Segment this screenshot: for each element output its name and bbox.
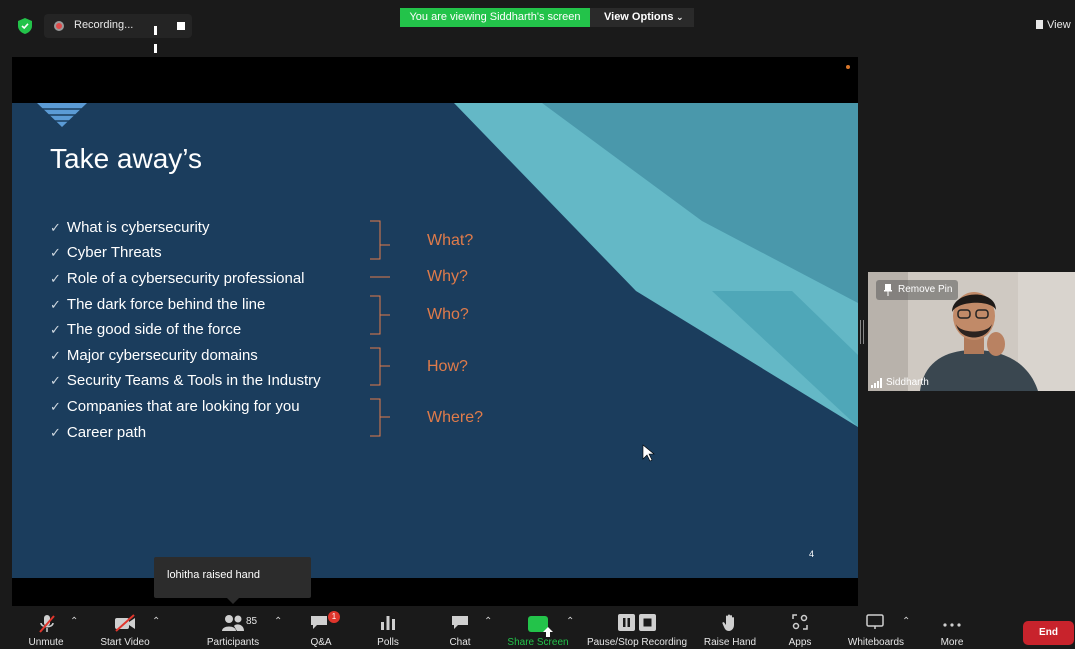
polls-icon bbox=[381, 616, 395, 630]
raise-hand-button[interactable]: Raise Hand bbox=[702, 606, 758, 649]
checkmark-icon: ✓ bbox=[50, 373, 61, 388]
polls-button[interactable]: Polls bbox=[372, 606, 404, 649]
qa-notification-badge: 1 bbox=[328, 611, 340, 623]
share-options-caret-icon[interactable]: ⌃ bbox=[566, 616, 574, 627]
shared-screen-letterbox-bottom bbox=[12, 578, 858, 606]
unmute-button[interactable]: Unmute bbox=[22, 606, 70, 649]
pause-recording-icon[interactable] bbox=[154, 22, 164, 53]
answer-where: Where? bbox=[427, 409, 484, 426]
pin-icon bbox=[884, 284, 892, 296]
remove-pin-button[interactable]: Remove Pin bbox=[876, 280, 958, 300]
qa-chat-icon bbox=[311, 616, 327, 629]
more-label: More bbox=[940, 637, 964, 648]
apps-label: Apps bbox=[788, 637, 812, 648]
notification-pointer bbox=[226, 597, 240, 604]
pause-stop-recording-button[interactable]: Pause/Stop Recording bbox=[586, 606, 688, 649]
whiteboards-options-caret-icon[interactable]: ⌃ bbox=[902, 616, 910, 627]
screen-indicator-dot bbox=[846, 65, 850, 69]
takeaway-bullet: ✓ The good side of the force bbox=[50, 321, 242, 338]
takeaway-bullet: ✓ Cyber Threats bbox=[50, 244, 162, 261]
answer-what: What? bbox=[427, 232, 474, 249]
whiteboards-label: Whiteboards bbox=[847, 637, 905, 648]
checkmark-icon: ✓ bbox=[50, 297, 61, 312]
takeaway-bullet: ✓ The dark force behind the line bbox=[50, 296, 266, 313]
takeaway-bullet: ✓ Companies that are looking for you bbox=[50, 398, 300, 415]
raise-hand-label: Raise Hand bbox=[703, 637, 757, 648]
view-options-button[interactable]: View Options ⌄ bbox=[590, 8, 694, 27]
qa-label: Q&A bbox=[310, 637, 332, 648]
chat-options-caret-icon[interactable]: ⌃ bbox=[484, 616, 492, 627]
share-screen-icon bbox=[528, 616, 553, 637]
slide-page-number: 4 bbox=[809, 549, 815, 559]
video-off-icon bbox=[115, 614, 135, 632]
unmute-label: Unmute bbox=[28, 637, 64, 648]
panel-resize-handle[interactable] bbox=[860, 320, 864, 344]
pause-stop-recording-icon bbox=[618, 614, 656, 631]
takeaway-bullet: ✓ What is cybersecurity bbox=[50, 219, 210, 236]
participants-count: 85 bbox=[246, 616, 258, 627]
muted-microphone-icon bbox=[39, 615, 55, 633]
start-video-button[interactable]: Start Video bbox=[94, 606, 156, 649]
remove-pin-label: Remove Pin bbox=[898, 284, 953, 295]
polls-label: Polls bbox=[377, 637, 399, 648]
viewing-screen-banner: You are viewing Siddharth's screen bbox=[400, 8, 590, 27]
raise-hand-icon bbox=[722, 614, 734, 631]
shared-screen-letterbox-top bbox=[12, 57, 858, 103]
whiteboards-button[interactable]: Whiteboards bbox=[844, 606, 908, 649]
participants-button[interactable]: 85 Participants bbox=[200, 606, 266, 649]
raised-hand-notification: lohitha raised hand bbox=[154, 557, 311, 598]
view-button[interactable]: View bbox=[1036, 19, 1071, 31]
notification-text: lohitha raised hand bbox=[167, 569, 260, 581]
checkmark-icon: ✓ bbox=[50, 220, 61, 235]
apps-button[interactable]: Apps bbox=[784, 606, 816, 649]
whiteboard-icon bbox=[866, 614, 884, 629]
meeting-top-bar: Recording... You are viewing Siddharth's… bbox=[0, 0, 1075, 53]
chevron-down-icon: ⌄ bbox=[676, 12, 684, 22]
pause-stop-recording-label: Pause/Stop Recording bbox=[586, 637, 688, 648]
view-label: View bbox=[1047, 19, 1071, 31]
checkmark-icon: ✓ bbox=[50, 271, 61, 286]
checkmark-icon: ✓ bbox=[50, 425, 61, 440]
chat-button[interactable]: Chat bbox=[444, 606, 476, 649]
start-video-label: Start Video bbox=[100, 637, 150, 648]
takeaway-bullet: ✓ Role of a cybersecurity professional bbox=[50, 270, 305, 287]
chat-label: Chat bbox=[449, 637, 471, 648]
participants-options-caret-icon[interactable]: ⌃ bbox=[274, 616, 282, 627]
video-options-caret-icon[interactable]: ⌃ bbox=[152, 616, 160, 627]
participant-video-tile[interactable]: Remove Pin Siddharth bbox=[868, 272, 1075, 391]
share-screen-button[interactable]: Share Screen bbox=[506, 606, 570, 649]
recording-indicator: Recording... bbox=[44, 14, 192, 53]
audio-options-caret-icon[interactable]: ⌃ bbox=[70, 616, 78, 627]
answer-how: How? bbox=[427, 358, 468, 375]
participants-icon bbox=[222, 615, 244, 631]
security-shield-icon[interactable] bbox=[18, 18, 32, 34]
apps-icon bbox=[792, 614, 808, 630]
takeaway-bullet: ✓ Security Teams & Tools in the Industry bbox=[50, 372, 321, 389]
recording-dot-icon bbox=[54, 21, 64, 31]
qa-button[interactable]: 1 Q&A bbox=[304, 606, 340, 649]
recording-label: Recording... bbox=[74, 19, 134, 31]
connection-signal-icon bbox=[871, 378, 882, 388]
takeaway-bullet: ✓ Major cybersecurity domains bbox=[50, 347, 258, 364]
participant-name: Siddharth bbox=[886, 377, 929, 388]
more-dots-icon bbox=[943, 623, 961, 627]
checkmark-icon: ✓ bbox=[50, 399, 61, 414]
meeting-toolbar: Unmute ⌃ Start Video ⌃ 85 Participants ⌃… bbox=[0, 606, 1075, 649]
checkmark-icon: ✓ bbox=[50, 322, 61, 337]
view-options-label: View Options bbox=[604, 11, 674, 23]
checkmark-icon: ✓ bbox=[50, 245, 61, 260]
participants-label: Participants bbox=[206, 637, 260, 648]
slide-title: Take away’s bbox=[50, 143, 203, 174]
answer-who: Who? bbox=[427, 306, 469, 323]
stop-recording-icon[interactable] bbox=[177, 22, 185, 30]
view-layout-icon bbox=[1036, 20, 1043, 29]
chat-icon bbox=[452, 616, 468, 629]
shared-slide: Take away’s ✓ What is cybersecurity ✓ Cybe… bbox=[12, 103, 858, 578]
answer-why: Why? bbox=[427, 268, 468, 285]
end-meeting-button[interactable]: End bbox=[1023, 621, 1074, 645]
takeaway-bullet: ✓ Career path bbox=[50, 424, 147, 441]
more-button[interactable]: More bbox=[934, 606, 970, 649]
share-screen-label: Share Screen bbox=[507, 637, 569, 648]
checkmark-icon: ✓ bbox=[50, 348, 61, 363]
